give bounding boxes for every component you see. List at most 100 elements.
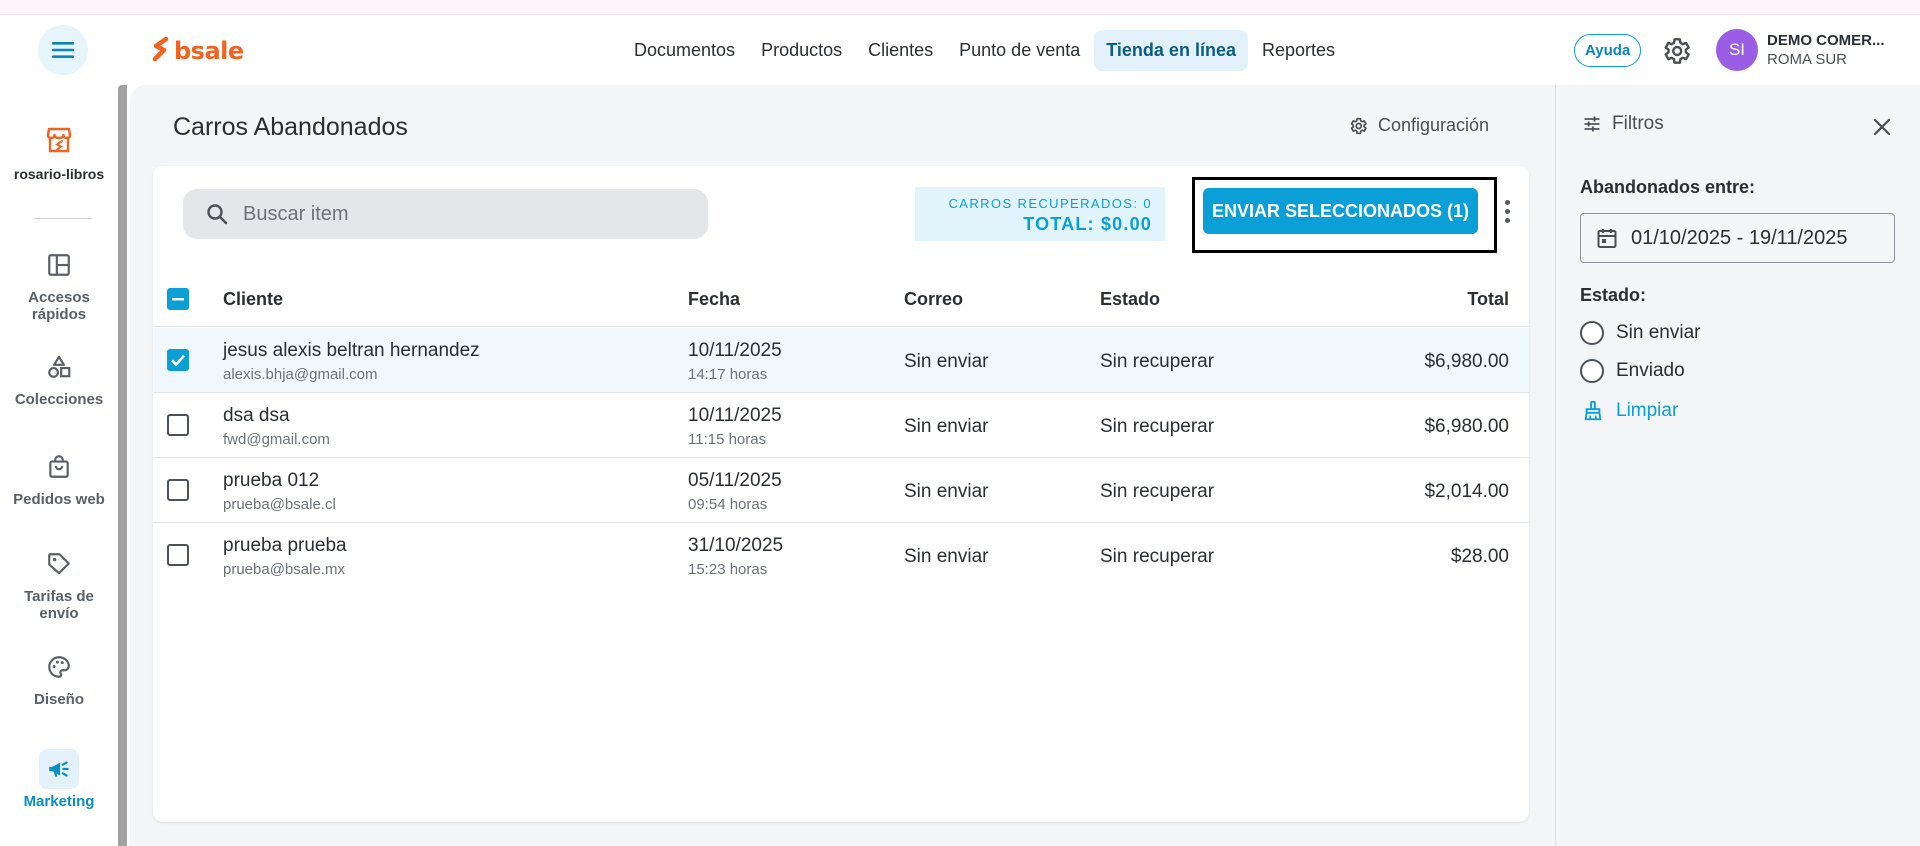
table-row[interactable]: jesus alexis beltran hernandez alexis.bh… [153,328,1529,393]
sidebar-item-accesos-rapidos[interactable]: Accesos rápidos [0,245,118,323]
sidebar-item-marketing[interactable]: Marketing [0,749,118,810]
shapes-icon [48,355,71,378]
cart-total: $2,014.00 [1424,481,1509,502]
cart-date: 10/11/2025 [688,405,782,426]
sidebar-item-label: rápidos [31,306,87,323]
company-branch: ROMA SUR [1767,51,1848,68]
store-icon [46,127,72,153]
column-header-mail[interactable]: Correo [904,289,963,310]
client-name: jesus alexis beltran hernandez [223,340,480,361]
client-email: alexis.bhja@gmail.com [223,366,378,383]
nav-item-tienda-en-linea[interactable]: Tienda en línea [1094,30,1248,71]
table-row[interactable]: prueba prueba prueba@bsale.mx 31/10/2025… [153,523,1529,588]
row-checkbox[interactable] [167,414,189,436]
radio-circle[interactable] [1580,359,1604,383]
main-nav: Documentos Productos Clientes Punto de v… [622,30,1347,71]
row-checkbox[interactable] [167,349,189,371]
sidebar: rosario-libros Accesos rápidos Coleccione… [0,85,118,846]
row-checkbox[interactable] [167,544,189,566]
search-box[interactable] [183,189,708,239]
filters-title: Filtros [1612,113,1664,134]
nav-item-punto-de-venta[interactable]: Punto de venta [947,30,1092,71]
sidebar-divider [34,218,92,219]
client-name: prueba 012 [223,470,320,491]
radio-circle[interactable] [1580,321,1604,345]
radio-sin-enviar[interactable]: Sin enviar [1580,321,1701,345]
nav-item-documentos[interactable]: Documentos [622,30,747,71]
date-range-label: Abandonados entre: [1580,177,1756,197]
config-label: Configuración [1378,115,1490,135]
cart-state: Sin recuperar [1100,546,1215,567]
client-email: prueba@bsale.mx [223,561,345,578]
nav-item-clientes[interactable]: Clientes [856,30,945,71]
sidebar-item-colecciones[interactable]: Colecciones [0,347,118,408]
gear-icon [1350,117,1367,134]
search-input[interactable] [243,202,683,226]
mail-status: Sin enviar [904,546,989,567]
client-name: prueba prueba [223,535,347,556]
broom-icon [1584,400,1602,421]
sidebar-item-pedidos-web[interactable]: Pedidos web [0,447,118,508]
row-checkbox[interactable] [167,479,189,501]
search-icon [207,204,228,225]
sidebar-item-label: Marketing [23,793,95,810]
sidebar-item-label: Pedidos web [13,491,105,508]
sidebar-item-diseno[interactable]: Diseño [0,647,118,708]
top-bar: bsale Documentos Productos Clientes Punt… [0,15,1920,85]
recovered-count: CARROS RECUPERADOS: 0 [948,196,1152,211]
cart-time: 09:54 horas [688,496,768,513]
radio-label: Sin enviar [1616,322,1701,343]
cart-state: Sin recuperar [1100,351,1215,372]
sidebar-item-label: envío [39,605,79,622]
help-button[interactable]: Ayuda [1574,34,1642,67]
mail-status: Sin enviar [904,481,989,502]
user-avatar[interactable]: SI [1716,29,1758,71]
select-all-checkbox[interactable] [167,288,189,310]
more-options-icon[interactable] [1495,196,1519,226]
date-range-field[interactable]: 01/10/2025 - 19/11/2025 [1580,213,1895,263]
state-label: Estado: [1580,285,1647,305]
radio-enviado[interactable]: Enviado [1580,359,1685,383]
settings-gear-icon[interactable] [1660,35,1692,67]
table-row[interactable]: prueba 012 prueba@bsale.cl 05/11/2025 09… [153,458,1529,523]
mail-status: Sin enviar [904,351,989,372]
tune-icon [1584,116,1600,132]
close-icon[interactable] [1870,115,1894,139]
cart-state: Sin recuperar [1100,416,1215,437]
company-selector[interactable]: DEMO COMER... ROMA SUR [1767,31,1885,69]
store-selector[interactable]: rosario-libros [0,125,118,182]
calendar-icon [1597,229,1617,248]
nav-item-reportes[interactable]: Reportes [1250,30,1347,71]
hamburger-menu-button[interactable] [38,25,88,75]
nav-item-productos[interactable]: Productos [749,30,854,71]
cart-total: $6,980.00 [1424,416,1509,437]
column-header-total[interactable]: Total [1467,289,1509,310]
sidebar-scrollbar[interactable] [118,85,127,846]
cart-total: $28.00 [1450,546,1509,567]
table-row[interactable]: dsa dsa fwd@gmail.com 10/11/2025 11:15 h… [153,393,1529,458]
sidebar-item-label: Tarifas de [24,588,94,605]
radio-label: Enviado [1616,360,1685,381]
hamburger-icon [52,42,74,58]
recovered-total: TOTAL: $0.00 [1023,214,1152,234]
cart-date: 31/10/2025 [688,535,784,556]
sidebar-item-label: Colecciones [14,391,104,408]
brand-logo[interactable]: bsale [152,35,244,67]
config-button[interactable]: Configuración [1348,115,1489,136]
table-header: Cliente Fecha Correo Estado Total [153,271,1529,327]
cart-date: 10/11/2025 [688,340,782,361]
column-header-date[interactable]: Fecha [688,289,740,310]
filters-panel: Filtros Abandonados entre: 01/10/2025 - … [1555,85,1920,846]
sidebar-item-tarifas-de-envio[interactable]: Tarifas de envío [0,544,118,622]
cart-time: 14:17 horas [688,366,768,383]
mail-status: Sin enviar [904,416,989,437]
cart-date: 05/11/2025 [688,470,782,491]
sidebar-item-label: Diseño [33,691,84,708]
client-name: dsa dsa [223,405,290,426]
send-selected-button[interactable]: ENVIAR SELECCIONADOS (1) [1203,188,1478,234]
column-header-state[interactable]: Estado [1100,289,1160,310]
clear-filters-button[interactable]: Limpiar [1582,400,1678,422]
column-header-client[interactable]: Cliente [223,289,283,310]
brand-name: bsale [174,37,244,65]
sidebar-item-label: Accesos [28,289,90,306]
